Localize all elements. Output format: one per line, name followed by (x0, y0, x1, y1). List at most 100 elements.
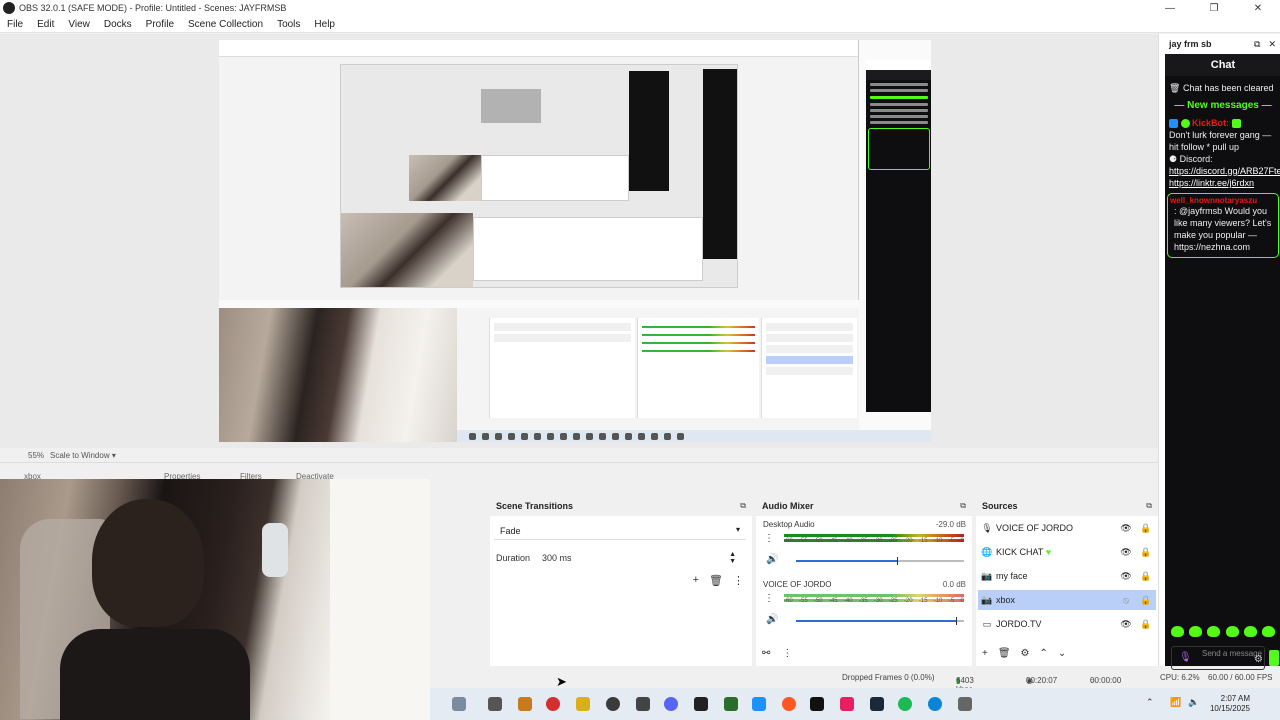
eye-icon[interactable]: 👁 (1116, 547, 1136, 558)
menu-docks[interactable]: Docks (97, 19, 139, 30)
gear-icon[interactable]: ⚙ (1254, 654, 1263, 665)
emote-icon[interactable] (1171, 626, 1184, 637)
app-icon[interactable] (958, 697, 972, 711)
chevron-up-icon[interactable]: ⌃ (1146, 697, 1154, 708)
discord-link[interactable]: https://discord.gg/ARB27Fte (1169, 165, 1280, 177)
emote-icon[interactable] (1225, 626, 1239, 637)
chevron-down-icon[interactable]: ⌄ (1058, 648, 1066, 659)
steam-icon[interactable] (870, 697, 884, 711)
menu-edit[interactable]: Edit (30, 19, 61, 30)
emote-icon[interactable] (1261, 626, 1275, 637)
chevron-up-icon[interactable]: ⌃ (1040, 648, 1048, 659)
add-icon[interactable]: + (693, 574, 699, 587)
trash-icon[interactable]: 🗑 (998, 648, 1011, 659)
trash-icon[interactable]: 🗑 (709, 574, 723, 587)
eye-icon[interactable]: 👁 (1116, 571, 1136, 582)
undock-icon[interactable]: ⧉ (1254, 39, 1260, 50)
app-icon[interactable] (694, 697, 708, 711)
folder-icon[interactable] (576, 697, 590, 711)
nested-window-3 (481, 89, 541, 123)
opera-icon[interactable] (546, 697, 560, 711)
volume-fader[interactable] (796, 620, 956, 622)
zoom-level[interactable]: 55% (28, 451, 44, 460)
speaker-icon[interactable]: 🔊 (766, 614, 778, 625)
duration-spinner[interactable]: ▲ ▼ (729, 551, 746, 565)
lock-icon[interactable]: 🔒 (1136, 595, 1156, 606)
source-item[interactable]: ▭ JORDO.TV 👁 🔒 (978, 614, 1156, 634)
menu-scene-collection[interactable]: Scene Collection (181, 19, 270, 30)
app-icon[interactable] (782, 697, 796, 711)
volume-icon[interactable]: 🔈 (1188, 697, 1199, 708)
edge-icon[interactable] (928, 697, 942, 711)
fader-knob[interactable] (956, 617, 957, 625)
close-icon[interactable]: ✕ (1268, 39, 1276, 50)
preview-area[interactable] (0, 34, 1158, 448)
fader-track[interactable] (956, 620, 964, 622)
lock-icon[interactable]: 🔒 (1136, 571, 1156, 582)
wifi-icon[interactable]: 📶 (1170, 697, 1181, 708)
kebab-menu-icon[interactable]: ⋮ (782, 648, 792, 659)
undock-icon[interactable]: ⧉ (740, 501, 746, 511)
menu-view[interactable]: View (61, 19, 97, 30)
link-icon[interactable]: ⚯ (762, 648, 770, 659)
send-button[interactable] (1269, 650, 1279, 666)
music-icon[interactable] (840, 697, 854, 711)
duration-input[interactable]: 300 ms (542, 553, 572, 563)
emote-icon[interactable] (1189, 626, 1203, 637)
menu-help[interactable]: Help (307, 19, 342, 30)
app-icon[interactable] (752, 697, 766, 711)
fader-track[interactable] (897, 560, 964, 562)
menu-file[interactable]: File (0, 19, 30, 30)
minecraft-icon[interactable] (724, 697, 738, 711)
menu-profile[interactable]: Profile (139, 19, 181, 30)
kebab-menu-icon[interactable]: ⋮ (733, 574, 744, 587)
transition-select[interactable]: Fade ▾ (494, 522, 746, 540)
close-button[interactable]: ✕ (1236, 3, 1280, 14)
chat-username[interactable]: well_knownnotaryaszu (1170, 196, 1276, 205)
undock-icon[interactable]: ⧉ (1146, 501, 1152, 511)
clock[interactable]: 2:07 AM 10/15/2025 (1210, 694, 1250, 714)
speaker-icon[interactable]: 🔊 (766, 554, 778, 565)
audio-mixer-header: Audio Mixer ⧉ (756, 496, 972, 516)
scale-tick: -25 (888, 538, 898, 544)
source-item[interactable]: 🌐 KICK CHAT ♥ 👁 🔒 (978, 542, 1156, 562)
chat-dock-title: jay frm sb (1169, 39, 1212, 49)
camera-icon: 📷 (981, 570, 993, 581)
task-view-icon[interactable] (488, 697, 502, 711)
kebab-menu-icon[interactable]: ⋮ (764, 534, 774, 544)
fader-knob[interactable] (897, 557, 898, 565)
source-item-selected[interactable]: 📷 xbox ⦸ 🔒 (978, 590, 1156, 610)
chat-username[interactable]: KickBot: (1192, 118, 1229, 128)
lock-icon[interactable]: 🔒 (1136, 619, 1156, 630)
app-icon[interactable] (636, 697, 650, 711)
lock-icon[interactable]: 🔒 (1136, 547, 1156, 558)
gear-icon[interactable]: ⚙ (1021, 648, 1030, 659)
volume-fader[interactable] (796, 560, 897, 562)
obs-icon[interactable] (606, 697, 620, 711)
emote-icon[interactable] (1243, 626, 1257, 637)
new-messages-banner[interactable]: — New messages — (1165, 100, 1280, 111)
discord-icon[interactable] (664, 697, 678, 711)
lock-icon[interactable]: 🔒 (1136, 523, 1156, 534)
program-preview[interactable] (219, 40, 931, 442)
eye-slash-icon[interactable]: ⦸ (1116, 595, 1136, 606)
scale-mode-select[interactable]: Scale to Window ▾ (50, 451, 116, 460)
mic-icon: 🎙 (981, 522, 993, 533)
minimize-button[interactable]: — (1148, 3, 1192, 14)
epic-games-icon[interactable] (810, 697, 824, 711)
undock-icon[interactable]: ⧉ (960, 501, 966, 511)
eye-icon[interactable]: 👁 (1116, 619, 1136, 630)
source-item[interactable]: 🎙 VOICE OF JORDO 👁 🔒 (978, 518, 1156, 538)
app-icon[interactable] (518, 697, 532, 711)
chat-input[interactable]: Send a message (1171, 646, 1265, 670)
search-icon[interactable] (452, 697, 466, 711)
add-icon[interactable]: + (982, 648, 988, 659)
eye-icon[interactable]: 👁 (1116, 523, 1136, 534)
menu-tools[interactable]: Tools (270, 19, 307, 30)
emote-icon[interactable] (1207, 626, 1221, 637)
maximize-button[interactable]: ❐ (1192, 3, 1236, 14)
spotify-icon[interactable] (898, 697, 912, 711)
linktree-link[interactable]: https://linktr.ee/j6rdxn (1169, 177, 1277, 189)
kebab-menu-icon[interactable]: ⋮ (764, 594, 774, 604)
source-item[interactable]: 📷 my face 👁 🔒 (978, 566, 1156, 586)
